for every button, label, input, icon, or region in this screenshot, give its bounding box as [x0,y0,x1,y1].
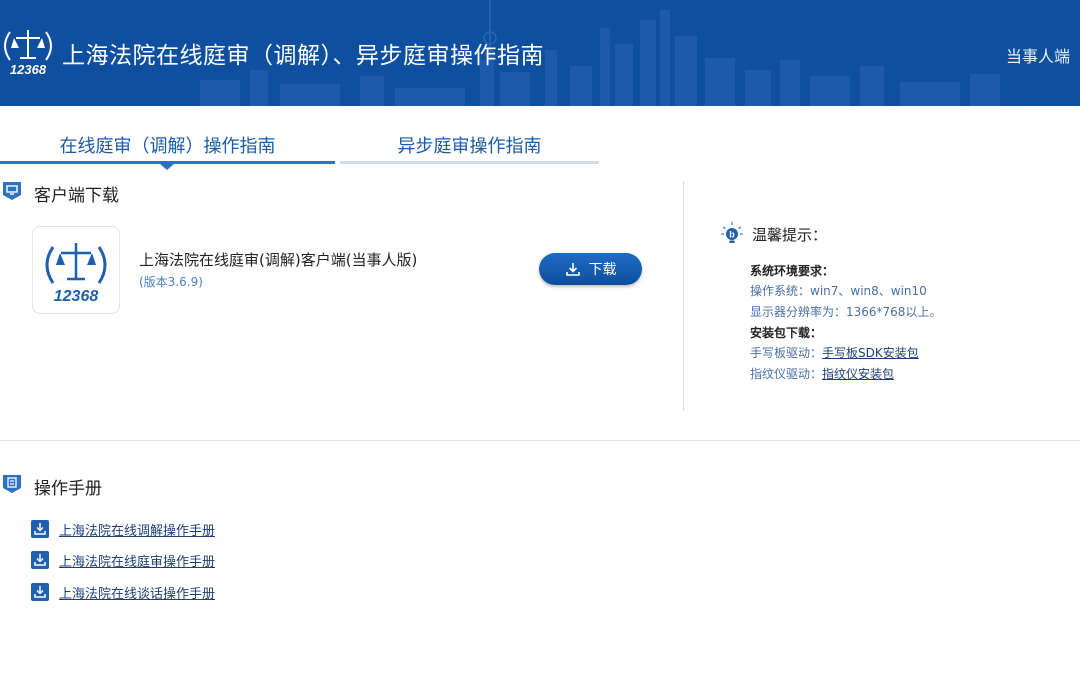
fingerprint-driver-label: 指纹仪驱动： [750,367,823,381]
manual-book-icon [3,475,21,493]
client-download-heading: 客户端下载 [34,186,119,206]
resolution-requirement: 显示器分辨率为：1366*768以上。 [750,305,942,319]
lightbulb-icon: b [721,222,743,243]
manual-download-icon[interactable] [31,551,49,569]
horizontal-divider [0,440,1080,441]
os-requirement: 操作系统：win7、win8、win10 [750,284,927,298]
app-logo-text: 12368 [54,288,99,305]
app-logo-icon: 12368 [45,243,107,305]
tablet-sdk-link[interactable]: 手写板SDK安装包 [822,346,919,360]
manual-link-talk[interactable]: 上海法院在线谈话操作手册 [59,583,215,602]
manual-download-icon[interactable] [31,520,49,538]
tab-online-trial[interactable]: 在线庭审（调解）操作指南 [0,132,335,164]
header-banner: 12368 上海法院在线庭审（调解）、异步庭审操作指南 当事人端 [0,0,1080,106]
package-heading: 安装包下载： [750,326,823,340]
tablet-driver-row: 手写板驱动：手写板SDK安装包 [750,344,919,361]
download-button[interactable]: 下载 [539,253,642,285]
vertical-divider [683,181,684,411]
court-logo: 12368 [4,30,52,77]
app-name: 上海法院在线庭审(调解)客户端(当事人版) [139,251,418,269]
env-heading: 系统环境要求： [750,264,835,278]
tab-async-trial[interactable]: 异步庭审操作指南 [340,132,599,164]
app-version: (版本3.6.9) [139,275,203,289]
tablet-driver-label: 手写板驱动： [750,346,823,360]
inactive-tab-indicator [340,161,599,164]
manual-heading: 操作手册 [34,479,102,499]
role-label[interactable]: 当事人端 [1006,43,1070,67]
fingerprint-package-link[interactable]: 指纹仪安装包 [822,367,894,381]
svg-text:b: b [729,230,735,240]
page-title: 上海法院在线庭审（调解）、异步庭审操作指南 [62,43,544,69]
tab-caret-icon [160,164,174,170]
manual-link-mediation[interactable]: 上海法院在线调解操作手册 [59,520,215,539]
download-icon [565,263,580,276]
logo-text: 12368 [10,62,47,77]
tips-heading: 温馨提示： [752,226,828,244]
app-logo: 12368 [32,226,120,314]
monitor-icon [3,182,21,200]
fingerprint-driver-row: 指纹仪驱动：指纹仪安装包 [750,365,894,382]
download-button-label: 下载 [588,262,617,278]
manual-link-trial[interactable]: 上海法院在线庭审操作手册 [59,551,215,570]
manual-download-icon[interactable] [31,583,49,601]
